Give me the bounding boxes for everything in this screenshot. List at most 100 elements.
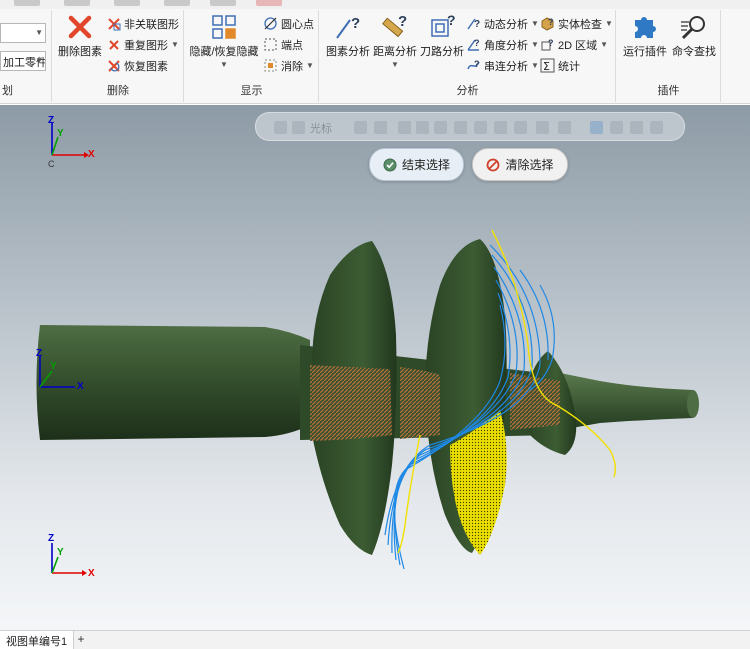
active-select-icon[interactable] [590,121,603,134]
toolpath-analysis-icon: ? [431,14,456,37]
distance-analysis-label: 距离分析 [373,46,417,58]
verify-icon[interactable] [610,121,623,134]
group-analysis: ? 图素分析 ? 距离分析 ▼ ? 刀路分析 ? 动态分析 ▼ ? 角度分析 ▼… [320,10,616,102]
clear-selection-label: 清除选择 [505,158,554,172]
filter-icon[interactable] [354,121,367,134]
region-2d-icon: ? [541,38,554,51]
ribbon-tab[interactable] [114,0,140,6]
axis-x-label: X [77,381,84,392]
group-label-analysis: 分析 [456,85,479,97]
center-point-icon [264,17,277,30]
statistics-button[interactable]: Σ 统计 [540,56,580,75]
chevron-down-icon: ▼ [531,61,539,70]
entity-analysis-icon: ? [336,15,360,39]
eliminate-label: 消除 [281,60,303,73]
angle-analysis-button[interactable]: ? 角度分析 ▼ [466,35,539,54]
graphics-viewport[interactable]: 光标 结束选择 清除选择 Z Y X C Z Y X Z Y X [0,105,750,630]
plus-icon[interactable] [374,121,387,134]
chevron-down-icon: ▼ [391,60,399,69]
ribbon-tab[interactable] [164,0,190,6]
restore-icon [108,59,120,72]
shaft-end-face [687,390,699,418]
toolpath-analysis-button[interactable]: ? 刀路分析 [420,14,464,59]
chevron-down-icon: ▼ [531,40,539,49]
clear-selection-button[interactable]: 清除选择 [472,148,568,181]
region-2d-button[interactable]: ? 2D 区域 ▼ [540,35,608,54]
non-associative-button[interactable]: 非关联图形 [107,14,179,33]
pointer-icon[interactable] [398,121,411,134]
no-entry-icon [487,158,500,171]
svg-text:?: ? [447,14,456,28]
puzzle-icon [635,17,656,38]
endpoint-button[interactable]: 端点 [263,35,303,54]
chain-analysis-button[interactable]: ? 串连分析 ▼ [466,56,539,75]
ribbon-tab[interactable] [14,0,40,6]
command-finder-label: 命令查找 [672,46,716,58]
entity-analysis-button[interactable]: ? 图素分析 [326,14,370,59]
ribbon-tab[interactable] [64,0,90,6]
undo-icon[interactable] [650,121,663,134]
statistics-label: 统计 [558,60,580,73]
triad-top: Z Y X C [44,115,104,169]
solid-check-icon: ? [541,17,554,31]
magnifier-icon [681,16,705,40]
center-point-label: 圆心点 [281,18,314,31]
finish-selection-button[interactable]: 结束选择 [369,148,464,181]
run-plugin-button[interactable]: 运行插件 [621,14,669,59]
highlighted-yellow-curve-2[interactable] [397,434,421,554]
svg-text:?: ? [474,38,480,48]
delete-entities-button[interactable]: 删除图素 [57,14,103,59]
combo-box-1[interactable]: ▼ [0,23,46,43]
axis-y-label: Y [57,547,64,558]
endpoint-label: 端点 [281,39,303,52]
chevron-down-icon: ▼ [35,56,43,65]
axis-x-label: X [88,568,95,579]
grid-select-icon[interactable] [558,121,571,134]
auger-screw-model[interactable] [0,105,750,630]
chevron-down-icon: ▼ [171,40,179,49]
duplicate-entities-label: 重复图形 [124,39,168,52]
command-finder-button[interactable]: 命令查找 [671,14,717,59]
solid-select-icon[interactable] [454,121,467,134]
duplicate-entities-button[interactable]: 重复图形 ▼ [107,35,179,54]
chevron-down-icon: ▼ [605,19,613,28]
dynamic-analysis-button[interactable]: ? 动态分析 ▼ [466,14,539,33]
ribbon-tab[interactable] [210,0,236,6]
solid-check-button[interactable]: ? 实体检查 ▼ [540,14,613,33]
region-2d-label: 2D 区域 [558,39,598,52]
non-associative-icon [108,17,121,30]
window-select-icon[interactable] [434,121,447,134]
add-view-sheet-button[interactable]: + [74,632,88,648]
body-select-icon[interactable] [494,121,507,134]
group-label-display: 显示 [240,85,263,97]
distance-analysis-button[interactable]: ? 距离分析 ▼ [372,14,418,69]
axis-z-label: Z [48,533,55,544]
edge-select-icon[interactable] [514,121,527,134]
view-sheet-tab-bar: 视图单编号1 + [0,630,750,649]
view-sheet-tab[interactable]: 视图单编号1 [0,631,75,649]
hide-restore-button[interactable]: 隐藏/恢复隐藏 ▼ [187,14,261,69]
svg-text:?: ? [548,17,554,27]
floating-selection-toolbar: 光标 [255,112,685,141]
hide-restore-label: 隐藏/恢复隐藏 [189,46,259,58]
point-select-icon[interactable] [416,121,429,134]
pointer-select-icon[interactable] [536,121,549,134]
select-arrow-icon[interactable] [292,121,305,134]
eliminate-button[interactable]: 消除 ▼ [263,56,314,75]
hatched-region-2 [400,367,440,439]
lock-icon[interactable] [274,121,287,134]
refresh-icon[interactable] [630,121,643,134]
svg-text:?: ? [474,59,480,69]
face-select-icon[interactable] [474,121,487,134]
ribbon-tab-active[interactable] [256,0,282,6]
group-delete: 删除图素 非关联图形 重复图形 ▼ 恢复图素 删除 [53,10,184,102]
center-point-button[interactable]: 圆心点 [263,14,314,33]
chevron-down-icon: ▼ [220,60,228,69]
chevron-down-icon: ▼ [600,40,609,49]
restore-entities-button[interactable]: 恢复图素 [107,56,168,75]
combo-box-2[interactable]: 加工零件 ▼ [0,51,46,71]
triad-bottom: Z Y X [44,533,104,583]
cursor-mode-label[interactable]: 光标 [310,120,332,136]
svg-text:Σ: Σ [543,60,550,73]
svg-text:?: ? [548,38,554,48]
